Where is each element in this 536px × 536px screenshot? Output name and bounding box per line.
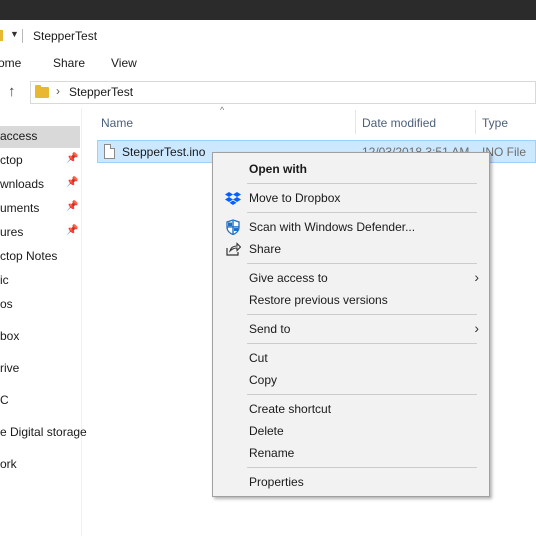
nav-item-network[interactable]: ork [0,454,82,476]
sort-ascending-icon: ^ [220,105,225,115]
menu-item-label: Delete [249,424,284,438]
menu-share[interactable]: Share [215,238,487,260]
menu-cut[interactable]: Cut [215,347,487,369]
menu-separator [247,212,477,213]
nav-item-this-pc[interactable]: C [0,390,82,412]
nav-item-label: C [0,393,9,407]
tab-view[interactable]: View [111,56,137,70]
address-bar: ↑ › StepperTest [0,76,536,108]
title-bar: ▼ StepperTest [0,20,536,52]
file-name[interactable]: StepperTest.ino [122,145,205,159]
title-separator [22,29,23,43]
column-date-modified[interactable]: Date modified [362,116,436,130]
menu-move-to-dropbox[interactable]: Move to Dropbox [215,187,487,209]
column-type[interactable]: Type [482,116,508,130]
nav-item-label: e Digital storage [0,425,87,439]
column-divider[interactable] [355,110,356,134]
menu-copy[interactable]: Copy [215,369,487,391]
windows-defender-icon [226,219,240,235]
address-field[interactable]: › StepperTest [30,81,536,104]
nav-item-label: ic [0,273,9,287]
menu-properties[interactable]: Properties [215,471,487,493]
nav-item-label: rive [0,361,20,375]
menu-item-label: Properties [249,475,304,489]
nav-item-dropbox[interactable]: box [0,326,82,348]
menu-open-with[interactable]: Open with [215,158,487,180]
menu-item-label: Copy [249,373,278,387]
nav-item-label: uments [0,201,40,215]
menu-restore-previous-versions[interactable]: Restore previous versions [215,289,487,311]
menu-separator [247,183,477,184]
menu-separator [247,263,477,264]
menu-item-label: Cut [249,351,268,365]
tab-home[interactable]: ome [0,56,21,70]
menu-item-label: Send to [249,322,291,336]
menu-item-label: Create shortcut [249,402,332,416]
up-arrow-icon[interactable]: ↑ [8,84,16,99]
nav-item-label: os [0,297,13,311]
tab-share[interactable]: Share [53,56,85,70]
chevron-right-icon[interactable]: › [56,84,60,98]
nav-item-label: ures [0,225,24,239]
menu-delete[interactable]: Delete [215,420,487,442]
file-icon [104,144,115,159]
share-icon [226,242,241,256]
menu-give-access-to[interactable]: Give access to › [215,267,487,289]
folder-icon [0,30,3,41]
nav-item-quick-access[interactable]: access [0,126,80,148]
menu-rename[interactable]: Rename [215,442,487,464]
window-title: StepperTest [33,29,98,43]
menu-item-label: Rename [249,446,295,460]
nav-item-desktop[interactable]: ctop 📌 [0,150,82,172]
nav-item-label: wnloads [0,177,45,191]
nav-item-label: ctop Notes [0,249,58,263]
menu-separator [247,394,477,395]
nav-item-onedrive[interactable]: rive [0,358,82,380]
nav-item-desktop-notes[interactable]: ctop Notes [0,246,82,268]
window-top-bar [0,0,536,20]
address-path[interactable]: StepperTest [69,85,133,99]
menu-item-label: Share [249,242,282,256]
menu-item-label: Open with [249,162,307,176]
chevron-right-icon: › [474,269,479,285]
nav-item-videos[interactable]: os [0,294,82,316]
nav-item-label: ork [0,457,17,471]
nav-item-label: box [0,329,20,343]
nav-item-documents[interactable]: uments 📌 [0,198,82,220]
menu-item-label: Give access to [249,271,328,285]
context-menu: Open with Move to Dropbox Scan with Wind… [212,152,490,497]
nav-item-label: access [0,129,38,143]
ribbon-tabs: ome Share View [0,52,536,76]
nav-item-pictures[interactable]: ures 📌 [0,222,82,244]
menu-item-label: Move to Dropbox [249,191,341,205]
menu-separator [247,343,477,344]
nav-item-label: ctop [0,153,23,167]
nav-item-downloads[interactable]: wnloads 📌 [0,174,82,196]
menu-create-shortcut[interactable]: Create shortcut [215,398,487,420]
pin-icon: 📌 [66,225,79,236]
chevron-right-icon: › [474,320,479,336]
pin-icon: 📌 [66,153,79,164]
quick-access-dropdown-icon[interactable]: ▼ [10,29,19,39]
column-header: ^ Name Date modified Type [84,105,536,138]
menu-separator [247,314,477,315]
folder-icon [35,85,49,98]
pin-icon: 📌 [66,201,79,212]
navigation-pane: access ctop 📌 wnloads 📌 uments 📌 ures 📌 … [0,108,87,536]
menu-item-label: Scan with Windows Defender... [249,220,416,234]
menu-separator [247,467,477,468]
menu-send-to[interactable]: Send to › [215,318,487,340]
menu-scan-defender[interactable]: Scan with Windows Defender... [215,216,487,238]
nav-item-music[interactable]: ic [0,270,82,292]
column-name[interactable]: Name [101,116,133,130]
nav-item-digital-storage[interactable]: e Digital storage [0,422,87,444]
menu-item-label: Restore previous versions [249,293,388,307]
pin-icon: 📌 [66,177,79,188]
dropbox-icon [225,192,241,205]
column-divider[interactable] [475,110,476,134]
